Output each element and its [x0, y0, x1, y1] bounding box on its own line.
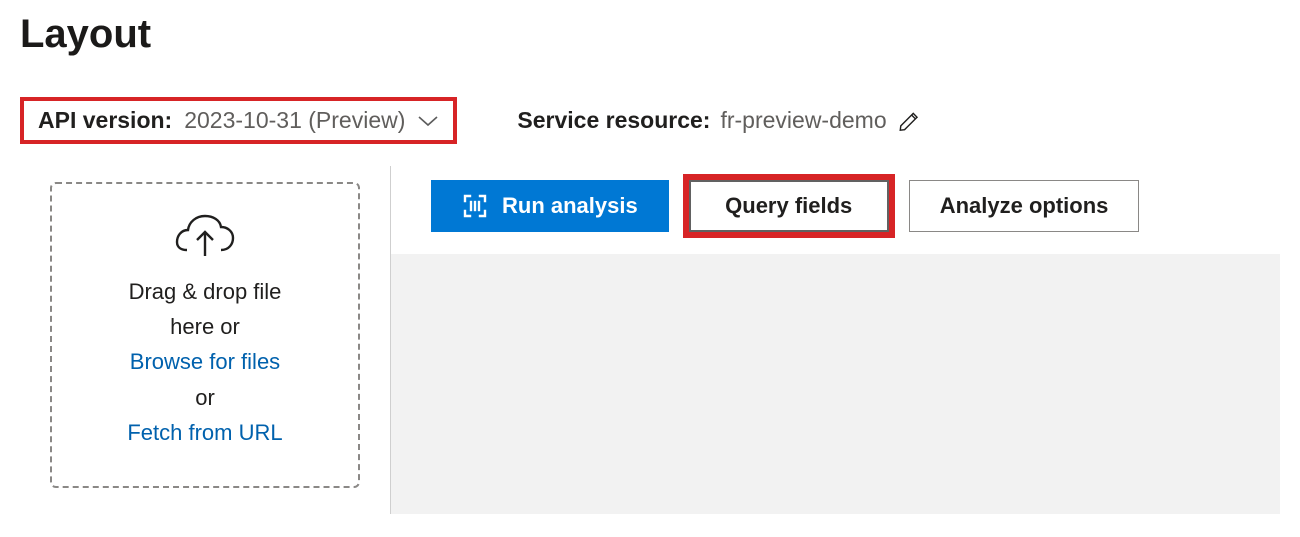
fetch-url-link[interactable]: Fetch from URL: [72, 415, 338, 450]
api-version-label: API version:: [38, 107, 172, 134]
service-resource-label: Service resource:: [517, 107, 710, 134]
api-version-value: 2023-10-31 (Preview): [184, 107, 405, 134]
service-resource-value: fr-preview-demo: [720, 107, 886, 134]
drop-or: or: [72, 380, 338, 415]
file-drop-panel: Drag & drop file here or Browse for file…: [20, 166, 390, 504]
service-resource: Service resource: fr-preview-demo: [517, 107, 922, 134]
analyze-options-button[interactable]: Analyze options: [909, 180, 1140, 232]
browse-files-link[interactable]: Browse for files: [72, 344, 338, 379]
run-analysis-button[interactable]: Run analysis: [431, 180, 669, 232]
api-version-selector[interactable]: API version: 2023-10-31 (Preview): [20, 97, 457, 144]
drop-line-1: Drag & drop file: [72, 274, 338, 309]
meta-row: API version: 2023-10-31 (Preview) Servic…: [20, 97, 1280, 144]
analyze-options-label: Analyze options: [940, 193, 1109, 219]
scan-icon: [462, 193, 488, 219]
toolbar: Run analysis Query fields Analyze option…: [391, 166, 1280, 254]
drop-text: Drag & drop file here or Browse for file…: [72, 274, 338, 450]
analysis-panel: Run analysis Query fields Analyze option…: [390, 166, 1280, 514]
page-title: Layout: [20, 12, 1280, 57]
run-analysis-label: Run analysis: [502, 193, 638, 219]
edit-icon[interactable]: [897, 108, 923, 134]
chevron-down-icon: [417, 114, 439, 128]
query-fields-label: Query fields: [725, 193, 852, 219]
dropzone[interactable]: Drag & drop file here or Browse for file…: [50, 182, 360, 488]
query-fields-button[interactable]: Query fields: [689, 180, 889, 232]
cloud-upload-icon: [72, 214, 338, 260]
drop-line-2: here or: [72, 309, 338, 344]
canvas-area: [391, 254, 1280, 514]
